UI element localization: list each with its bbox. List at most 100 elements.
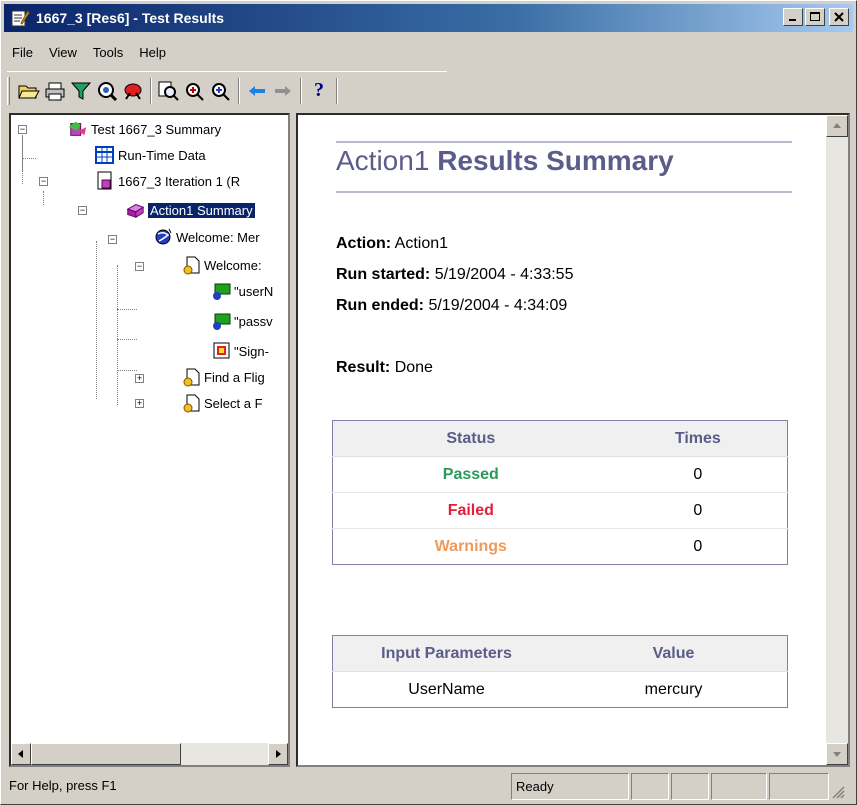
zoom-in-icon (186, 82, 204, 101)
menu-view[interactable]: View (41, 43, 85, 63)
tree-node-sign-in-image[interactable]: "Sign- (211, 341, 269, 361)
parameter-name: UserName (332, 671, 560, 708)
maximize-button[interactable] (805, 8, 825, 26)
parameter-value: mercury (560, 671, 788, 708)
tree-node-password-field[interactable]: "passv (211, 311, 273, 331)
scroll-right-button[interactable] (268, 743, 288, 765)
scroll-down-button[interactable] (826, 743, 848, 765)
status-header: Status (332, 420, 609, 457)
run-ended-info: Run ended: 5/19/2004 - 4:34:09 (336, 297, 567, 315)
times-value: 0 (608, 492, 788, 529)
run-ended-value: 5/19/2004 - 4:34:09 (428, 297, 568, 314)
zoom-button[interactable] (156, 77, 182, 105)
tree-node-label: Select a F (204, 395, 263, 411)
summary-heading: Action1 Results Summary (336, 145, 674, 177)
help-button[interactable]: ? (306, 77, 332, 105)
status-bar: For Help, press F1 Ready (5, 773, 853, 800)
run-started-info: Run started: 5/19/2004 - 4:33:55 (336, 266, 573, 284)
open-icon (18, 85, 40, 98)
page-icon (181, 393, 201, 413)
minimize-button[interactable] (783, 8, 803, 26)
tree-node-username-field[interactable]: "userN (211, 281, 273, 301)
menu-file[interactable]: File (4, 43, 41, 63)
tree-expander[interactable]: − (135, 262, 144, 271)
bug-icon (124, 83, 142, 100)
tree-expander[interactable]: − (78, 206, 87, 215)
heading-action-name: Action1 (336, 145, 430, 176)
tree-node-iteration[interactable]: 1667_3 Iteration 1 (R (95, 171, 240, 191)
bug-button[interactable] (120, 77, 146, 105)
forward-button[interactable] (270, 77, 296, 105)
run-started-value: 5/19/2004 - 4:33:55 (434, 266, 574, 283)
results-vertical-scrollbar[interactable] (826, 115, 848, 765)
result-value: Done (394, 359, 433, 376)
tree-node-action1-summary[interactable]: Action1 Summary (125, 200, 256, 220)
tree-node-label: Test 1667_3 Summary (91, 121, 222, 137)
find-button[interactable] (94, 77, 120, 105)
table-icon (95, 145, 115, 165)
scroll-left-icon (18, 750, 23, 758)
tree-node-test-summary[interactable]: Test 1667_3 Summary (68, 119, 221, 139)
status-panel (769, 773, 829, 800)
tree-pane[interactable]: − Test 1667_3 Summary Run-Time Data − 16… (9, 113, 290, 767)
input-parameters-header: Input Parameters (332, 635, 560, 672)
scroll-thumb[interactable] (31, 743, 181, 765)
toolbar-separator (300, 77, 302, 104)
zoom-out-button[interactable] (208, 77, 234, 105)
tree-expander[interactable]: + (135, 374, 144, 383)
tree-node-welcome-page[interactable]: Welcome: (181, 255, 262, 275)
action-info: Action: Action1 (336, 235, 448, 253)
toolbar-separator (150, 77, 152, 104)
find-icon (98, 81, 118, 101)
result-info: Result: Done (336, 359, 433, 377)
back-button[interactable] (244, 77, 270, 105)
resize-grip-icon[interactable] (831, 785, 845, 799)
toolbar-separator (238, 77, 240, 104)
tree-node-label: 1667_3 Iteration 1 (R (118, 173, 241, 189)
tree-expander[interactable]: − (18, 125, 27, 134)
back-arrow-icon (249, 85, 265, 96)
open-button[interactable] (16, 77, 42, 105)
tree-node-welcome-browser[interactable]: Welcome: Mer (153, 227, 260, 247)
menu-help[interactable]: Help (131, 43, 174, 63)
minimize-icon (789, 19, 796, 21)
tree-node-select-a-flight[interactable]: Select a F (181, 393, 263, 413)
status-table: Status Times Passed 0 Failed 0 Warnings … (332, 420, 788, 565)
tree-node-run-time-data[interactable]: Run-Time Data (95, 145, 206, 165)
zoom-in-button[interactable] (182, 77, 208, 105)
scroll-up-icon (833, 123, 841, 128)
print-button[interactable] (42, 77, 68, 105)
value-header: Value (560, 635, 788, 672)
times-value: 0 (608, 528, 788, 565)
page-icon (181, 367, 201, 387)
status-help-text: For Help, press F1 (9, 778, 117, 793)
results-tree: − Test 1667_3 Summary Run-Time Data − 16… (11, 115, 288, 743)
menu-tools[interactable]: Tools (85, 43, 131, 63)
tree-horizontal-scrollbar[interactable] (11, 743, 288, 765)
tree-node-label: Find a Flig (204, 369, 265, 385)
tree-node-find-a-flight[interactable]: Find a Flig (181, 367, 265, 387)
status-warnings: Warnings (332, 528, 609, 565)
table-row: UserName mercury (332, 671, 788, 708)
tree-node-label: Welcome: Mer (176, 229, 260, 245)
scroll-up-button[interactable] (826, 115, 848, 137)
scroll-right-icon (276, 750, 281, 758)
toolbar-separator (336, 77, 338, 104)
title-bar[interactable]: 1667_3 [Res6] - Test Results (4, 4, 853, 32)
tree-node-label: "passv (234, 313, 273, 329)
edit-field-icon (211, 281, 231, 301)
filter-icon (70, 82, 92, 100)
input-parameters-table: Input Parameters Value UserName mercury (332, 635, 788, 708)
scroll-left-button[interactable] (11, 743, 31, 765)
toolbar-grip[interactable] (7, 76, 10, 105)
close-button[interactable] (829, 8, 849, 26)
table-row: Passed 0 (332, 456, 788, 493)
tree-expander[interactable]: − (108, 235, 117, 244)
tree-expander[interactable]: − (39, 177, 48, 186)
status-ready: Ready (511, 773, 629, 800)
filter-button[interactable] (68, 77, 94, 105)
table-row: Failed 0 (332, 492, 788, 529)
status-panel (711, 773, 767, 800)
tree-expander[interactable]: + (135, 399, 144, 408)
tree-node-label: Action1 Summary (147, 201, 256, 219)
